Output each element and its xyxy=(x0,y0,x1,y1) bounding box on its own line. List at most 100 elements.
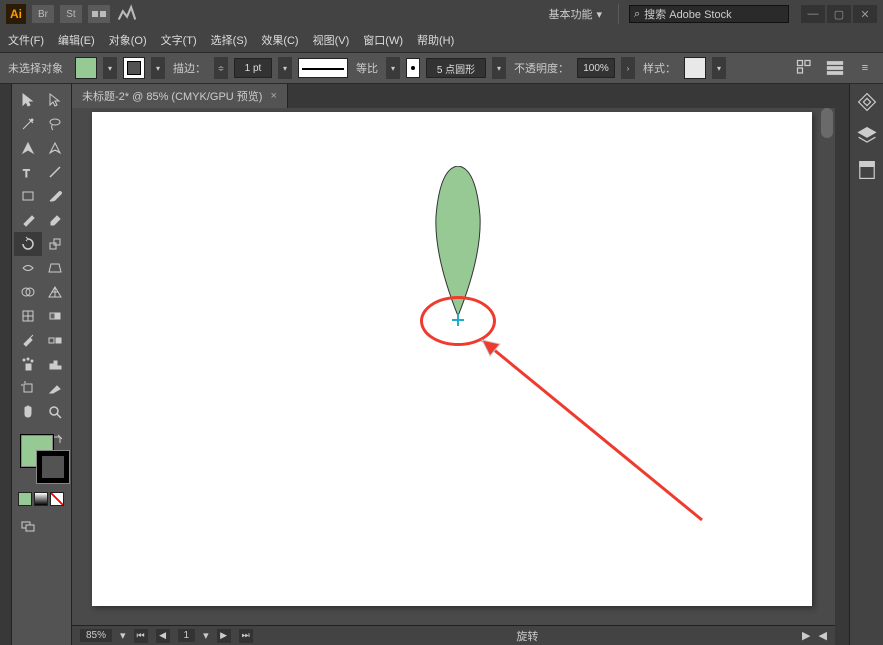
column-graph-tool[interactable] xyxy=(42,352,70,376)
magic-wand-tool[interactable] xyxy=(14,112,42,136)
workspace-switcher[interactable]: 基本功能 ▾ xyxy=(542,4,608,24)
search-icon: ⌕ xyxy=(634,8,640,21)
libraries-panel-icon[interactable] xyxy=(855,158,879,182)
tool-collapse-strip[interactable] xyxy=(0,84,12,645)
swap-colors-icon[interactable] xyxy=(51,434,65,448)
arrange-icon[interactable] xyxy=(88,5,110,23)
zoom-level[interactable]: 85% xyxy=(80,629,112,642)
profile-dropdown[interactable]: ▾ xyxy=(492,57,506,79)
canvas[interactable] xyxy=(72,108,835,625)
stroke-stepper[interactable]: ≑ xyxy=(214,57,228,79)
style-dropdown[interactable]: ▾ xyxy=(712,57,726,79)
profile-preview[interactable] xyxy=(406,58,420,78)
rotate-tool[interactable] xyxy=(14,232,42,256)
symbol-sprayer-tool[interactable] xyxy=(14,352,42,376)
slice-tool[interactable] xyxy=(42,376,70,400)
perspective-tool[interactable] xyxy=(42,280,70,304)
graphic-style-swatch[interactable] xyxy=(684,57,706,79)
stroke-label: 描边： xyxy=(173,60,206,76)
layers-panel-icon[interactable] xyxy=(855,124,879,148)
nav-first-icon[interactable]: ⏮ xyxy=(134,629,148,643)
zoom-tool[interactable] xyxy=(42,400,70,424)
artboard-number[interactable]: 1 xyxy=(178,629,196,642)
proportion-dropdown[interactable]: ▾ xyxy=(386,57,400,79)
scale-tool[interactable] xyxy=(42,232,70,256)
eraser-tool[interactable] xyxy=(42,208,70,232)
menu-type[interactable]: 文字(T) xyxy=(161,32,197,48)
opacity-dropdown[interactable]: › xyxy=(621,57,635,79)
stroke-dropdown[interactable]: ▾ xyxy=(151,57,165,79)
document-tab[interactable]: 未标题-2* @ 85% (CMYK/GPU 预览) × xyxy=(72,84,288,108)
screen-mode-tool[interactable] xyxy=(14,514,42,538)
stroke-weight-input[interactable] xyxy=(234,58,272,78)
hand-tool[interactable] xyxy=(14,400,42,424)
status-play-icon[interactable]: ▶ xyxy=(802,629,810,642)
menu-help[interactable]: 帮助(H) xyxy=(417,32,454,48)
menu-file[interactable]: 文件(F) xyxy=(8,32,44,48)
maximize-button[interactable]: ▢ xyxy=(827,5,851,23)
color-mode-solid[interactable] xyxy=(18,492,32,506)
fill-dropdown[interactable]: ▾ xyxy=(103,57,117,79)
properties-panel-icon[interactable] xyxy=(855,90,879,114)
status-back-icon[interactable]: ◀ xyxy=(819,629,827,642)
nav-last-icon[interactable]: ⏭ xyxy=(239,629,253,643)
zoom-dropdown-icon[interactable]: ▾ xyxy=(120,629,126,642)
stock-icon[interactable]: St xyxy=(60,5,82,23)
fill-swatch[interactable] xyxy=(75,57,97,79)
status-bar: 85% ▾ ⏮ ◀ 1 ▾ ▶ ⏭ 旋转 ▶ ◀ xyxy=(72,625,835,645)
gpu-icon[interactable] xyxy=(116,5,138,23)
free-transform-tool[interactable] xyxy=(42,256,70,280)
menu-view[interactable]: 视图(V) xyxy=(313,32,350,48)
prefs-icon[interactable] xyxy=(825,58,845,78)
menu-select[interactable]: 选择(S) xyxy=(211,32,248,48)
right-panel-dock xyxy=(849,84,883,645)
scrollbar-thumb[interactable] xyxy=(821,108,833,138)
eyedropper-tool[interactable] xyxy=(14,328,42,352)
bridge-icon[interactable]: Br xyxy=(32,5,54,23)
gradient-tool[interactable] xyxy=(42,304,70,328)
nav-prev-icon[interactable]: ◀ xyxy=(156,629,170,643)
artboard-dropdown-icon[interactable]: ▾ xyxy=(203,629,209,642)
paintbrush-tool[interactable] xyxy=(42,184,70,208)
blend-tool[interactable] xyxy=(42,328,70,352)
right-collapse-strip[interactable] xyxy=(835,84,849,645)
menu-object[interactable]: 对象(O) xyxy=(109,32,147,48)
profile-input[interactable] xyxy=(426,58,486,78)
close-button[interactable]: ✕ xyxy=(853,5,877,23)
tab-close-icon[interactable]: × xyxy=(270,90,276,102)
document-tab-label: 未标题-2* @ 85% (CMYK/GPU 预览) xyxy=(82,88,262,104)
minimize-button[interactable]: — xyxy=(801,5,825,23)
color-mode-none[interactable] xyxy=(50,492,64,506)
mesh-tool[interactable] xyxy=(14,304,42,328)
menu-edit[interactable]: 编辑(E) xyxy=(58,32,95,48)
type-tool[interactable]: T xyxy=(14,160,42,184)
nav-next-icon[interactable]: ▶ xyxy=(217,629,231,643)
curvature-tool[interactable] xyxy=(42,136,70,160)
artwork-leaf-shape xyxy=(434,166,482,316)
vertical-scrollbar[interactable] xyxy=(819,108,835,625)
app-logo-icon: Ai xyxy=(6,4,26,24)
direct-selection-tool[interactable] xyxy=(42,88,70,112)
rectangle-tool[interactable] xyxy=(14,184,42,208)
width-tool[interactable] xyxy=(14,256,42,280)
toolbox: T xyxy=(12,84,72,645)
stroke-weight-dropdown[interactable]: ▾ xyxy=(278,57,292,79)
stroke-color-swatch[interactable] xyxy=(36,450,70,484)
stroke-style-preview[interactable] xyxy=(298,58,348,78)
menu-icon[interactable]: ≡ xyxy=(855,58,875,78)
menu-window[interactable]: 窗口(W) xyxy=(363,32,403,48)
line-tool[interactable] xyxy=(42,160,70,184)
stroke-swatch[interactable] xyxy=(123,57,145,79)
opacity-input[interactable] xyxy=(577,58,615,78)
menu-effect[interactable]: 效果(C) xyxy=(261,32,298,48)
stock-search-input[interactable]: ⌕ 搜索 Adobe Stock xyxy=(629,5,789,23)
selection-tool[interactable] xyxy=(14,88,42,112)
shaper-tool[interactable] xyxy=(14,208,42,232)
artboard-tool[interactable] xyxy=(14,376,42,400)
shape-builder-tool[interactable] xyxy=(14,280,42,304)
lasso-tool[interactable] xyxy=(42,112,70,136)
color-mode-gradient[interactable] xyxy=(34,492,48,506)
doc-setup-icon[interactable] xyxy=(795,58,815,78)
pen-tool[interactable] xyxy=(14,136,42,160)
document-area: 未标题-2* @ 85% (CMYK/GPU 预览) × 85% xyxy=(72,84,835,645)
